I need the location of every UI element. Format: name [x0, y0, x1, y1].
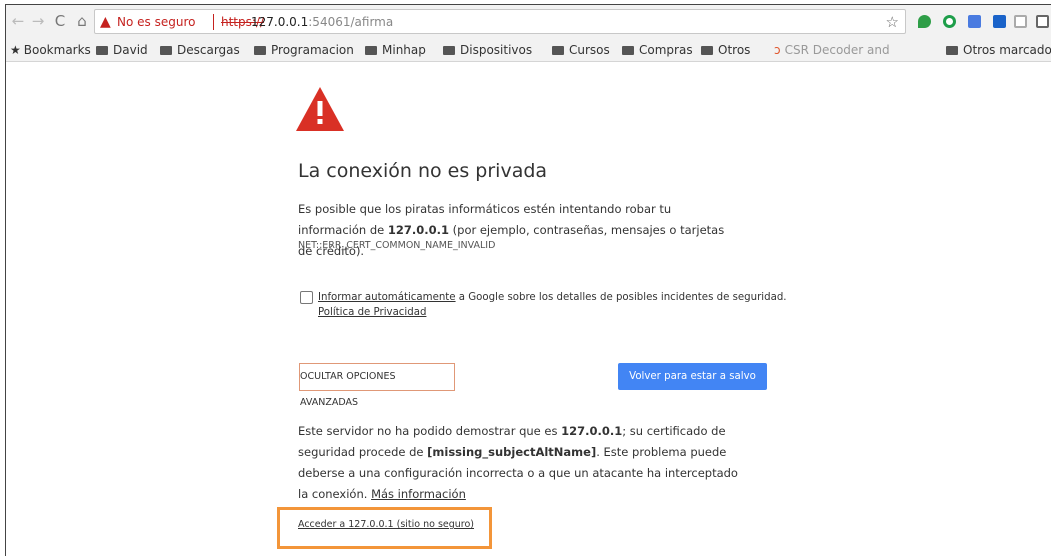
- browser-window: ← → C ⌂ ▲ No es seguro https:// 127.0.0.…: [5, 4, 1051, 556]
- report-link[interactable]: Informar automáticamente: [318, 292, 456, 303]
- bookmark-folder-cursos[interactable]: Cursos: [552, 42, 610, 58]
- explanation-host: 127.0.0.1: [387, 223, 449, 237]
- page-title: La conexión no es privada: [298, 160, 548, 182]
- back-to-safety-button[interactable]: Volver para estar a salvo: [618, 363, 767, 390]
- bookmark-label: Minhap: [382, 43, 426, 57]
- csr-decoder-icon: ↄ: [774, 43, 781, 57]
- bookmark-folder-programacion[interactable]: Programacion: [254, 42, 354, 58]
- advanced-details-paragraph: Este servidor no ha podido demostrar que…: [298, 421, 748, 505]
- details-host: 127.0.0.1: [561, 424, 623, 438]
- home-icon[interactable]: ⌂: [74, 13, 90, 29]
- warning-triangle-icon: [296, 87, 344, 131]
- bookmark-label: Descargas: [177, 43, 240, 57]
- bookmark-label: David: [113, 43, 148, 57]
- security-status-label[interactable]: No es seguro: [117, 14, 195, 30]
- reload-icon[interactable]: C: [52, 13, 68, 29]
- folder-icon: [443, 46, 455, 55]
- extension-green-ring-icon[interactable]: [943, 15, 956, 28]
- bookmark-label: Dispositivos: [460, 43, 533, 57]
- address-bar[interactable]: ▲ No es seguro https:// 127.0.0.1:54061/…: [94, 9, 906, 34]
- folder-icon: [160, 46, 172, 55]
- bookmark-folder-david[interactable]: David: [96, 42, 148, 58]
- bookmark-folder-otros-marcadores[interactable]: Otros marcadores: [946, 42, 1051, 58]
- report-checkbox[interactable]: [300, 291, 313, 304]
- bookmark-label: Programacion: [271, 43, 354, 57]
- bookmark-folder-compras[interactable]: Compras: [622, 42, 693, 58]
- url-host: 127.0.0.1: [251, 15, 309, 29]
- folder-icon: [96, 46, 108, 55]
- folder-icon: [701, 46, 713, 55]
- bookmark-folder-otros[interactable]: Otros: [701, 42, 750, 58]
- bookmarks-bar: ★ Bookmarks David Descargas Programacion …: [6, 38, 1051, 62]
- details-text: Este servidor no ha podido demostrar que…: [298, 424, 562, 438]
- proceed-unsafe-link[interactable]: Acceder a 127.0.0.1 (sitio no seguro): [298, 519, 474, 530]
- more-info-link[interactable]: Más información: [371, 487, 466, 501]
- bookmark-folder-minhap[interactable]: Minhap: [365, 42, 426, 58]
- folder-icon: [946, 46, 958, 55]
- extension-chat-icon[interactable]: [993, 15, 1006, 28]
- cast-icon[interactable]: [1036, 15, 1049, 28]
- privacy-policy-link[interactable]: Política de Privacidad: [318, 307, 426, 318]
- bookmark-star-icon[interactable]: ☆: [886, 13, 899, 31]
- report-text: a Google sobre los detalles de posibles …: [455, 292, 787, 303]
- browser-toolbar: ← → C ⌂ ▲ No es seguro https:// 127.0.0.…: [6, 5, 1051, 38]
- bookmark-label: Cursos: [569, 43, 610, 57]
- details-issuer: [missing_subjectAltName]: [427, 445, 597, 459]
- folder-icon: [365, 46, 377, 55]
- bookmark-folder-dispositivos[interactable]: Dispositivos: [443, 42, 532, 58]
- bookmark-label: Otros: [718, 43, 751, 57]
- folder-icon: [254, 46, 266, 55]
- star-icon: ★: [10, 43, 21, 57]
- folder-icon: [622, 46, 634, 55]
- bookmark-folder-descargas[interactable]: Descargas: [160, 42, 240, 58]
- error-code: NET::ERR_CERT_COMMON_NAME_INVALID: [298, 240, 496, 251]
- bookmark-label: Compras: [639, 43, 693, 57]
- explanation-paragraph: Es posible que los piratas informáticos …: [298, 199, 738, 262]
- bookmark-label: Bookmarks: [23, 43, 91, 57]
- bookmark-csr-decoder[interactable]: ↄ CSR Decoder and: [774, 42, 890, 58]
- url-path: :54061/afirma: [308, 15, 394, 29]
- extension-card-icon[interactable]: [1014, 15, 1027, 28]
- bookmark-item-bookmarks[interactable]: ★ Bookmarks: [10, 42, 91, 58]
- folder-icon: [552, 46, 564, 55]
- bookmark-label: Otros marcadores: [963, 43, 1051, 57]
- forward-arrow-icon[interactable]: →: [30, 13, 46, 29]
- extension-translate-icon[interactable]: [968, 15, 981, 28]
- hide-advanced-button[interactable]: OCULTAR OPCIONES AVANZADAS: [299, 363, 455, 408]
- report-label: Informar automáticamente a Google sobre …: [318, 288, 787, 307]
- security-divider: [213, 14, 214, 30]
- warning-triangle-icon[interactable]: ▲: [100, 13, 111, 31]
- extension-green-pin-icon[interactable]: [918, 15, 931, 28]
- url-text: 127.0.0.1:54061/afirma: [251, 14, 393, 30]
- bookmark-label: CSR Decoder and: [784, 43, 890, 57]
- back-arrow-icon[interactable]: ←: [10, 13, 26, 29]
